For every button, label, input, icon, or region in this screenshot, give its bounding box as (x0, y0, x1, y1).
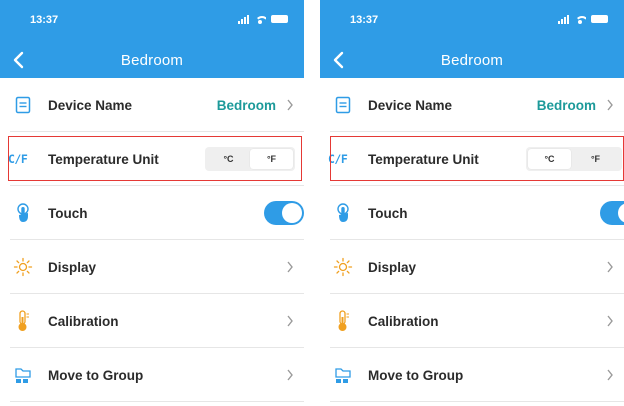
sun-icon (12, 256, 34, 278)
display-label: Display (368, 259, 417, 275)
device-card-icon (332, 94, 354, 116)
system-icons (558, 14, 608, 24)
chevron-right-icon (287, 369, 293, 381)
wifi-icon (254, 14, 266, 24)
display-row[interactable]: Display (320, 240, 624, 294)
display-row[interactable]: Display (0, 240, 304, 294)
temperature-unit-segmented-control: °C °F (526, 147, 622, 171)
touch-hand-icon (12, 202, 34, 224)
status-time: 13:37 (30, 14, 59, 26)
battery-icon (271, 15, 288, 23)
temperature-unit-icon: C/F (328, 152, 348, 166)
touch-toggle[interactable] (600, 201, 624, 225)
device-card-icon (12, 94, 34, 116)
group-folder-icon (332, 364, 354, 386)
touch-row: Touch (0, 186, 304, 240)
thermometer-icon (12, 310, 34, 332)
signal-icon (558, 15, 569, 24)
chevron-right-icon (607, 261, 613, 273)
status-time: 13:37 (350, 14, 379, 26)
calibration-row[interactable]: Calibration (320, 294, 624, 348)
device-name-label: Device Name (48, 97, 133, 113)
chevron-right-icon (607, 315, 613, 327)
touch-hand-icon (332, 202, 354, 224)
chevron-right-icon (287, 99, 293, 111)
display-label: Display (48, 259, 97, 275)
calibration-row[interactable]: Calibration (0, 294, 304, 348)
move-to-group-label: Move to Group (368, 367, 464, 383)
status-bar: 13:37 (0, 0, 304, 38)
temperature-unit-icon: C/F (8, 152, 28, 166)
device-name-label: Device Name (368, 97, 453, 113)
phone-screen-right: 13:37 Bedroom Device Name Bedroom C/F Te… (320, 0, 624, 406)
battery-icon (591, 15, 608, 23)
device-name-row[interactable]: Device Name Bedroom (320, 78, 624, 132)
unit-option-fahrenheit[interactable]: °F (250, 149, 293, 169)
page-title: Bedroom (120, 52, 184, 69)
device-name-row[interactable]: Device Name Bedroom (0, 78, 304, 132)
calibration-label: Calibration (368, 313, 439, 329)
chevron-right-icon (607, 369, 613, 381)
device-name-value: Bedroom (536, 97, 596, 113)
wifi-icon (574, 14, 586, 24)
temperature-unit-segmented-control: °C °F (205, 147, 295, 171)
app-header: 13:37 Bedroom (320, 0, 624, 78)
move-to-group-row[interactable]: Move to Group (320, 348, 624, 402)
sun-icon (332, 256, 354, 278)
touch-row: Touch (320, 186, 624, 240)
phone-screen-left: 13:37 Bedroom Device Name Bedroom C/F Te… (0, 0, 304, 406)
signal-icon (238, 15, 249, 24)
touch-label: Touch (368, 205, 408, 221)
app-header: 13:37 Bedroom (0, 0, 304, 78)
move-to-group-label: Move to Group (48, 367, 144, 383)
unit-option-celsius[interactable]: °C (207, 149, 250, 169)
unit-option-fahrenheit[interactable]: °F (571, 149, 620, 169)
temperature-unit-label: Temperature Unit (368, 151, 479, 167)
temperature-unit-row: C/F Temperature Unit °C °F (0, 132, 304, 186)
touch-toggle[interactable] (264, 201, 304, 225)
system-icons (238, 14, 288, 24)
group-folder-icon (12, 364, 34, 386)
calibration-label: Calibration (48, 313, 119, 329)
thermometer-icon (332, 310, 354, 332)
device-name-value: Bedroom (216, 97, 276, 113)
page: 13:37 Bedroom Device Name Bedroom C/F Te… (0, 0, 624, 406)
temperature-unit-label: Temperature Unit (48, 151, 159, 167)
unit-option-celsius[interactable]: °C (528, 149, 571, 169)
chevron-right-icon (287, 261, 293, 273)
touch-label: Touch (48, 205, 88, 221)
move-to-group-row[interactable]: Move to Group (0, 348, 304, 402)
temperature-unit-row: C/F Temperature Unit °C °F (320, 132, 624, 186)
chevron-right-icon (287, 315, 293, 327)
page-title: Bedroom (440, 52, 504, 69)
chevron-right-icon (607, 99, 613, 111)
status-bar: 13:37 (320, 0, 624, 38)
